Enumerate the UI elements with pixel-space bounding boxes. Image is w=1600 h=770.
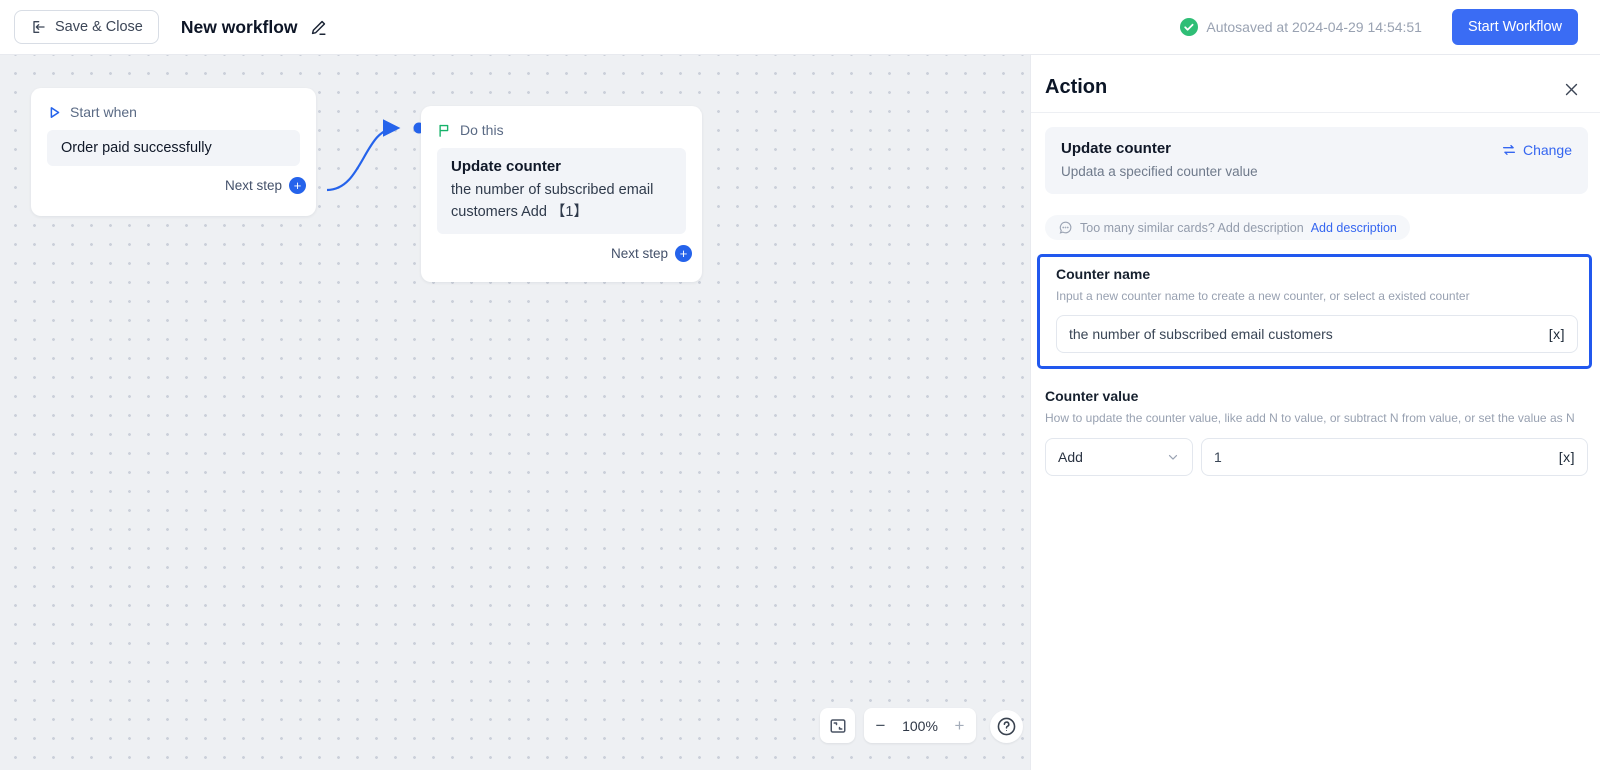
change-action-link[interactable]: Change	[1501, 140, 1572, 158]
zoom-level: 100%	[902, 717, 938, 734]
panel-title: Action	[1045, 76, 1108, 98]
counter-value-hint: How to update the counter value, like ad…	[1045, 411, 1575, 426]
save-close-button[interactable]: Save & Close	[14, 10, 159, 44]
change-label: Change	[1522, 142, 1572, 158]
action-title: Update counter	[451, 158, 562, 175]
selected-action-card: Update counter Updata a specified counte…	[1045, 127, 1588, 194]
exit-icon	[30, 19, 46, 35]
workflow-canvas[interactable]: Start when Order paid successfully Next …	[0, 55, 1030, 770]
speech-bubble-icon	[1058, 220, 1073, 235]
add-next-step-button[interactable]: +	[289, 177, 306, 194]
zoom-control: − 100% +	[864, 708, 976, 743]
insert-variable-button[interactable]: [x]	[1549, 326, 1565, 342]
start-when-label: Start when	[70, 104, 137, 120]
workflow-title-group: New workflow	[181, 17, 328, 38]
do-this-label: Do this	[460, 122, 504, 138]
counter-value-field: [x]	[1201, 437, 1588, 476]
flag-icon	[437, 123, 452, 138]
check-circle-icon	[1180, 18, 1199, 36]
action-config-panel: Action Update counter Updata a specified…	[1030, 55, 1600, 770]
next-step-label: Next step	[224, 178, 282, 193]
edit-pencil-icon[interactable]	[309, 18, 328, 37]
next-step-label: Next step	[610, 245, 668, 261]
add-next-step-button[interactable]: +	[675, 244, 692, 262]
insert-variable-button[interactable]: [x]	[1559, 449, 1575, 465]
add-description-hint: Too many similar cards? Add description …	[1045, 215, 1410, 240]
counter-name-section: Counter name Input a new counter name to…	[1037, 254, 1592, 370]
save-close-label: Save & Close	[55, 19, 143, 35]
help-button[interactable]	[990, 710, 1023, 743]
autosave-text: Autosaved at 2024-04-29 14:54:51	[1206, 19, 1422, 35]
counter-name-hint: Input a new counter name to create a new…	[1056, 289, 1470, 303]
page-title: New workflow	[180, 16, 298, 37]
top-bar: Save & Close New workflow Autosaved at 2…	[0, 0, 1600, 55]
do-this-node[interactable]: Do this Update counter the number of sub…	[421, 106, 702, 282]
close-icon[interactable]	[1560, 78, 1582, 100]
swap-arrows-icon	[1501, 142, 1517, 158]
counter-name-label: Counter name	[1056, 266, 1151, 282]
minimap-icon	[829, 717, 847, 735]
zoom-out-button[interactable]: −	[864, 708, 897, 743]
trigger-box[interactable]: Order paid successfully	[47, 130, 300, 166]
fit-view-button[interactable]	[820, 708, 855, 743]
question-circle-icon	[996, 716, 1017, 737]
play-icon	[47, 105, 62, 120]
counter-name-input[interactable]	[1069, 326, 1549, 343]
operation-select[interactable]: Add	[1045, 437, 1193, 476]
autosave-status: Autosaved at 2024-04-29 14:54:51	[1180, 18, 1422, 36]
trigger-label: Order paid successfully	[61, 140, 212, 156]
counter-value-label: Counter value	[1045, 388, 1139, 405]
selected-action-title: Update counter	[1061, 140, 1172, 157]
operation-selected-value: Add	[1058, 448, 1083, 465]
add-description-link[interactable]: Add description	[1311, 221, 1397, 235]
action-description: the number of subscribed email customers…	[451, 182, 654, 220]
counter-value-section: Counter value How to update the counter …	[1045, 388, 1588, 476]
chevron-down-icon	[1166, 450, 1180, 464]
hint-text: Too many similar cards? Add description	[1080, 220, 1304, 235]
start-workflow-button[interactable]: Start Workflow	[1451, 9, 1578, 45]
counter-name-field: [x]	[1056, 315, 1578, 354]
action-box[interactable]: Update counter the number of subscribed …	[437, 148, 686, 234]
start-when-node[interactable]: Start when Order paid successfully Next …	[31, 88, 316, 216]
selected-action-subtitle: Updata a specified counter value	[1061, 164, 1258, 179]
zoom-in-button[interactable]: +	[943, 708, 976, 743]
counter-value-input[interactable]	[1214, 448, 1559, 465]
